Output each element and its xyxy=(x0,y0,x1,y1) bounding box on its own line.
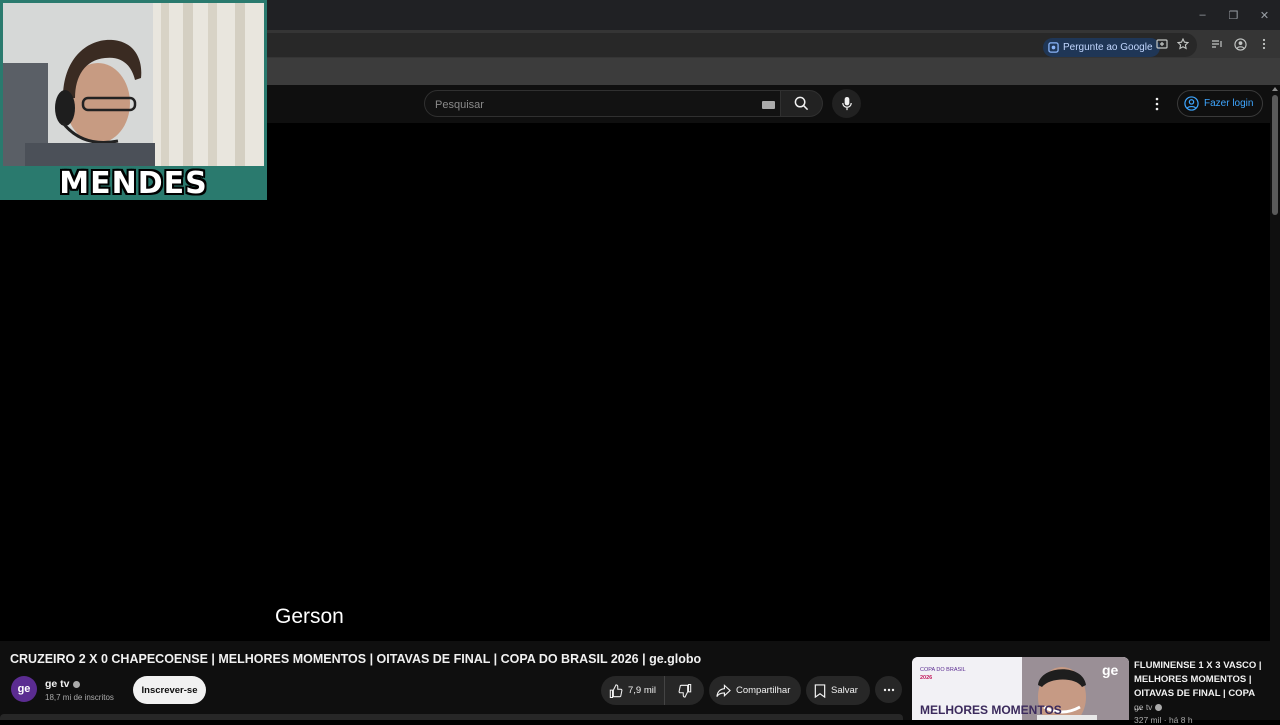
subscribe-button[interactable]: Inscrever-se xyxy=(133,676,206,704)
recommended-channel[interactable]: ge tv xyxy=(1134,702,1163,712)
media-controls-icon[interactable] xyxy=(1210,37,1224,51)
video-player[interactable]: Gerson xyxy=(0,123,1270,641)
account-circle-icon xyxy=(1184,96,1199,111)
save-label: Salvar xyxy=(831,685,858,696)
microphone-icon xyxy=(841,96,852,111)
thumbs-up-icon xyxy=(609,683,623,698)
search-box xyxy=(424,90,781,118)
keyboard-icon[interactable] xyxy=(762,101,775,109)
video-caption: Gerson xyxy=(275,605,344,628)
restore-button[interactable]: ❐ xyxy=(1218,0,1249,30)
sign-in-button[interactable]: Fazer login xyxy=(1177,90,1264,117)
like-count: 7,9 mil xyxy=(628,685,656,696)
google-lens-icon xyxy=(1048,42,1059,53)
more-vert-icon xyxy=(1155,97,1159,111)
video-title: CRUZEIRO 2 X 0 CHAPECOENSE | MELHORES MO… xyxy=(10,652,702,666)
webcam-overlay: MENDES xyxy=(0,0,267,201)
recommended-meta: 327 mil · há 8 h xyxy=(1134,715,1193,725)
recommended-video[interactable]: COPA DO BRASIL 2026 ge MELHORES MOMENTOS… xyxy=(912,657,1267,725)
scroll-up-arrow[interactable] xyxy=(1272,87,1278,91)
sign-in-label: Fazer login xyxy=(1204,98,1254,109)
bookmark-icon xyxy=(814,683,826,698)
browser-menu-icon[interactable] xyxy=(1257,37,1271,51)
settings-menu-button[interactable] xyxy=(1150,94,1164,114)
channel-name-label: ge tv xyxy=(45,678,70,690)
search-input[interactable] xyxy=(425,91,757,118)
verified-badge-icon xyxy=(1155,703,1163,711)
share-icon xyxy=(716,683,731,697)
save-button[interactable]: Salvar xyxy=(806,676,870,705)
bookmark-star-icon[interactable] xyxy=(1176,37,1190,51)
channel-name[interactable]: ge tv xyxy=(45,678,80,690)
verified-badge-icon xyxy=(72,680,80,688)
more-horiz-icon xyxy=(883,688,894,691)
share-label: Compartilhar xyxy=(736,685,791,696)
thumb-badge: COPA DO BRASIL xyxy=(920,667,966,673)
share-button[interactable]: Compartilhar xyxy=(709,676,801,705)
profile-icon[interactable] xyxy=(1233,37,1247,51)
page-scrollbar[interactable] xyxy=(1270,85,1280,720)
channel-avatar[interactable]: ge xyxy=(11,676,37,702)
thumb-text: MELHORES MOMENTOS xyxy=(920,703,1062,717)
window-controls: – ❐ ✕ xyxy=(1187,0,1280,30)
search-button[interactable] xyxy=(781,90,823,117)
search-icon xyxy=(794,96,809,111)
ask-google-button[interactable]: Pergunte ao Google xyxy=(1043,38,1160,57)
scrollbar-thumb[interactable] xyxy=(1272,95,1278,215)
install-app-icon[interactable] xyxy=(1155,37,1169,51)
ask-google-label: Pergunte ao Google xyxy=(1063,42,1153,53)
like-button[interactable]: 7,9 mil xyxy=(601,676,665,705)
more-actions-button[interactable] xyxy=(875,676,902,703)
description-box[interactable] xyxy=(0,714,903,720)
dislike-button[interactable] xyxy=(665,683,704,698)
subscriber-count: 18,7 mi de inscritos xyxy=(45,693,114,702)
thumb-logo: ge xyxy=(1102,662,1119,678)
like-dislike-group: 7,9 mil xyxy=(601,676,704,705)
close-window-button[interactable]: ✕ xyxy=(1249,0,1280,30)
thumb-year: 2026 xyxy=(920,675,932,681)
streamer-name: MENDES xyxy=(59,165,208,201)
minimize-button[interactable]: – xyxy=(1187,0,1218,30)
recommended-channel-label: ge tv xyxy=(1134,702,1153,712)
thumbs-down-icon xyxy=(678,683,691,698)
webcam-feed xyxy=(3,3,264,166)
recommended-thumbnail[interactable]: COPA DO BRASIL 2026 ge MELHORES MOMENTOS xyxy=(912,657,1129,720)
voice-search-button[interactable] xyxy=(832,89,861,118)
video-info-section: CRUZEIRO 2 X 0 CHAPECOENSE | MELHORES MO… xyxy=(0,641,1270,725)
